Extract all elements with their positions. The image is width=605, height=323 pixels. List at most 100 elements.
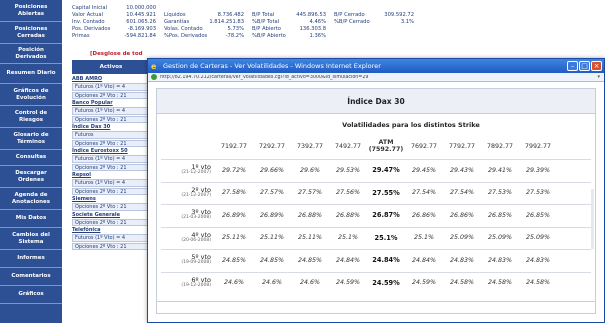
strike-header-row: 7192.77 7292.77 7392.77 7492.77 ATM (7592.77)…	[157, 137, 595, 155]
active-name-link[interactable]: Repsol	[72, 172, 150, 179]
active-name-link[interactable]: ABB AMRO	[72, 76, 150, 83]
expiry-date: (21-12-2007)	[181, 192, 211, 198]
active-name-link[interactable]: Telefónica	[72, 227, 150, 234]
volatility-cell: 26.86%	[449, 211, 474, 219]
summary-cell: 309.592.72	[384, 12, 414, 18]
active-sub-select[interactable]: Futuros (1º Vto) = 4	[72, 234, 150, 242]
active-sub-select[interactable]: Opciones 2º Vto : 21	[72, 91, 150, 99]
volatility-cell: 25.11%	[297, 234, 322, 241]
expiry-date: (21-03-2008)	[181, 215, 211, 220]
nav-item[interactable]: Comentarios	[0, 268, 62, 286]
volatility-table-title: Volatilidades para los distintos Strike	[342, 121, 480, 129]
minimize-button[interactable]: –	[567, 61, 578, 71]
volatility-cell: 24.85%	[259, 256, 284, 264]
nav-item[interactable]: Posiciones Cerradas	[0, 22, 62, 44]
nav-item[interactable]: Gráficos de Evolución	[0, 84, 62, 106]
volatility-cell: 24.84%	[372, 256, 400, 264]
expiry-label: 3º vto (21-03-2008)	[157, 209, 215, 221]
volatility-cell: 26.88%	[297, 211, 322, 219]
row-divider	[161, 181, 591, 183]
volatility-cell: 25.09%	[487, 234, 512, 241]
address-bar[interactable]: http://82.194.70.212/carteras/ver_volati…	[148, 73, 604, 82]
expiry-label: 4º vto (20-06-2008)	[157, 231, 215, 244]
active-name-link[interactable]: Banco Popular	[72, 100, 150, 107]
volatility-cell: 27.55%	[372, 188, 400, 197]
active-sub-select[interactable]: Futuros	[72, 131, 150, 139]
volatility-cell: 27.58%	[221, 189, 246, 196]
row-divider	[161, 271, 591, 273]
active-sub-select[interactable]: Opciones 2º Vto : 21	[72, 139, 150, 147]
expiry-label: 1º vto (21-12-2007)	[157, 164, 215, 176]
active-sub-select[interactable]: Futuros (1º Vto) = 4	[72, 83, 150, 91]
summary-cell: %B/P Cerrado	[334, 19, 370, 25]
summary-cell: Primas	[72, 33, 90, 39]
nav-item[interactable]: Descargar Ordenes	[0, 166, 62, 188]
summary-row: Inv. Contado 601.065.26 Garantías 1.814.251…	[72, 19, 414, 26]
volatility-cell: 25.1%	[413, 234, 434, 241]
desglose-link[interactable]: [Desglose de tod	[90, 51, 143, 57]
nav-item[interactable]: Mis Datos	[0, 210, 62, 228]
portfolio-summary: Capital Inicial 10.000.000 Valor Actual 10.…	[72, 5, 414, 40]
volatility-cell: 26.89%	[221, 211, 246, 219]
nav-item[interactable]: Posiciones Abiertas	[0, 0, 62, 22]
close-button[interactable]: ×	[591, 61, 602, 71]
nav-item[interactable]: Control de Riesgos	[0, 106, 62, 128]
row-divider	[161, 159, 591, 160]
summary-cell	[334, 26, 374, 33]
summary-cell: B/P Cerrado	[334, 12, 365, 18]
summary-cell: 3.1%	[400, 19, 414, 25]
nav-item[interactable]: Gráficos	[0, 286, 62, 304]
volatility-cell: 27.57%	[259, 189, 284, 196]
nav-item[interactable]: Resumen Diario	[0, 64, 62, 84]
active-sub-select[interactable]: Futuros (1º Vto) = 4	[72, 107, 150, 115]
nav-item[interactable]: Glosario de Términos	[0, 128, 62, 150]
active-name-link[interactable]: Índice Dax 30	[72, 124, 150, 131]
summary-cell: Inv. Contado	[72, 19, 105, 25]
volatility-cell: 26.85%	[487, 211, 512, 219]
summary-cell: 445.896.53	[296, 12, 326, 18]
volatility-row: 3º vto (21-03-2008) 26.89% 26.89% 26.88% 26.8…	[157, 206, 595, 224]
active-name-link[interactable]: Societe Generale	[72, 212, 150, 219]
active-sub-select[interactable]: Opciones 2º Vto : 21	[72, 242, 150, 250]
nav-item[interactable]: Cambios del Sistema	[0, 228, 62, 250]
summary-cell	[374, 26, 414, 33]
volatility-row: 4º vto (20-06-2008) 25.11% 25.11% 25.11% 25.1…	[157, 229, 595, 247]
maximize-button[interactable]: □	[579, 61, 590, 71]
volatility-cell: 29.53%	[335, 166, 360, 174]
nav-item[interactable]: Agenda de Anotaciones	[0, 188, 62, 210]
volatility-cell: 27.57%	[297, 189, 322, 196]
window-titlebar[interactable]: e Gestion de Carteras - Ver Volatilidade…	[148, 59, 604, 73]
summary-cell: 136.303.8	[299, 26, 326, 32]
volatility-cell: 27.53%	[525, 189, 550, 196]
index-title: Índice Dax 30	[157, 89, 595, 114]
active-sub-select[interactable]: Futuros (1º Vto) = 4	[72, 179, 150, 187]
summary-cell: 5.73%	[227, 26, 244, 32]
strike-header: 7492.77	[334, 142, 362, 150]
nav-item[interactable]: Posición Derivados	[0, 44, 62, 64]
volatility-cell: 29.43%	[449, 166, 474, 174]
volatility-cell: 25.1%	[337, 234, 358, 241]
active-sub-select[interactable]: Opciones 2º Vto : 21	[72, 203, 150, 211]
chevron-down-icon[interactable]: ▾	[597, 74, 604, 80]
nav-item[interactable]: Consultas	[0, 150, 62, 166]
expiry-date: (20-06-2008)	[181, 237, 211, 243]
active-name-link[interactable]: Índice Eurostoxx 50	[72, 148, 150, 155]
volatility-cell: 24.58%	[487, 279, 512, 286]
active-sub-select[interactable]: Opciones 2º Vto : 21	[72, 115, 150, 123]
active-sub-select[interactable]: Futuros (1º Vto) = 4	[72, 155, 150, 163]
expiry-date: (19-12-2008)	[181, 282, 211, 288]
active-sub-select[interactable]: Opciones 2º Vto : 21	[72, 187, 150, 195]
active-name-link[interactable]: Siemens	[72, 196, 150, 203]
summary-cell	[374, 33, 414, 40]
volatility-cell: 24.59%	[372, 278, 400, 287]
strike-header: 7192.77	[220, 142, 248, 150]
active-sub-select[interactable]: Opciones 2º Vto : 21	[72, 218, 150, 226]
summary-cell	[374, 5, 414, 12]
summary-cell: -78.2%	[225, 33, 244, 39]
summary-cell: %Pos. Derivados	[164, 33, 208, 39]
active-sub-select[interactable]: Opciones 2º Vto : 21	[72, 163, 150, 171]
nav-item[interactable]: Informes	[0, 250, 62, 268]
summary-cell: 10.445.921	[126, 12, 156, 18]
volatility-cell: 26.89%	[259, 211, 284, 219]
volatility-cell: 24.59%	[335, 279, 360, 286]
